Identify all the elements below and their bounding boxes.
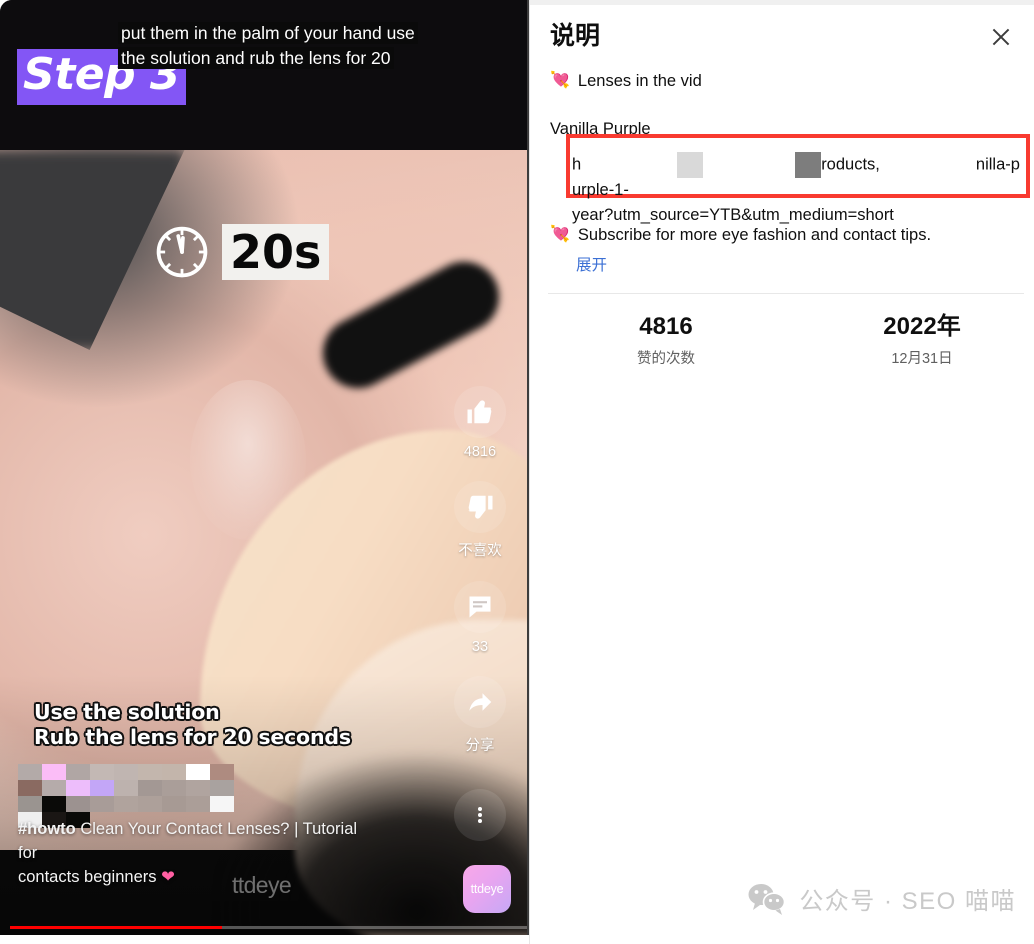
video-title[interactable]: #howto Clean Your Contact Lenses? | Tuto…: [18, 817, 378, 889]
share-icon: [469, 693, 492, 711]
like-button[interactable]: [454, 386, 506, 438]
subtitle-line-1: put them in the palm of your hand use: [118, 22, 418, 44]
more-options-button[interactable]: [454, 789, 506, 841]
url-part-2: roducts,: [821, 155, 880, 174]
timer-overlay: 20s: [152, 222, 330, 282]
video-title-hashtag[interactable]: #howto: [18, 820, 76, 838]
comment-count: 33: [471, 639, 489, 655]
channel-avatar-label: ttdeye: [470, 882, 504, 896]
description-body: 💘 Lenses in the vid Vanilla Purple h rodu…: [530, 54, 1034, 224]
heart-icon: 💘: [550, 226, 570, 243]
description-line-1: 💘 Lenses in the vid: [550, 68, 1022, 94]
redaction-block-dark: [795, 152, 822, 178]
clock-icon: [156, 226, 208, 278]
redacted-channel-name: [18, 764, 234, 828]
channel-avatar[interactable]: ttdeye: [463, 865, 511, 913]
video-page: Step 3 put them in the palm of your hand…: [0, 0, 1034, 944]
comment-icon: [469, 596, 491, 618]
video-player-column: Step 3 put them in the palm of your hand…: [0, 0, 529, 944]
share-button[interactable]: [454, 676, 506, 728]
video-player[interactable]: Step 3 put them in the palm of your hand…: [0, 0, 527, 935]
redaction-block-light: [677, 152, 704, 178]
url-part-4: year?utm_source=YTB&utm_medium=short: [572, 206, 894, 224]
heart-icon: ❤: [161, 868, 175, 886]
description-panel: 说明 💘 Lenses in the vid Vanilla Purple hr…: [529, 0, 1034, 944]
description-line-1-text: Lenses in the vid: [577, 72, 702, 90]
dislike-action[interactable]: 不喜欢: [447, 481, 513, 560]
wechat-watermark: 公众号 · SEO 喵喵: [747, 881, 1016, 916]
overlay-caption-line-1: Use the solution: [34, 700, 220, 724]
close-icon: [992, 28, 1010, 46]
subtitle-line-2: the solution and rub the lens for 20: [118, 47, 394, 69]
share-action[interactable]: 分享: [447, 676, 513, 755]
video-progress-bar[interactable]: [10, 926, 527, 929]
video-meta: #howto Clean Your Contact Lenses? | Tuto…: [18, 764, 437, 889]
kebab-menu-icon: [478, 805, 482, 825]
dislike-button[interactable]: [454, 481, 506, 533]
overlay-caption-line-2: Rub the lens for 20 seconds: [34, 725, 351, 749]
video-action-rail: 4816 不喜欢 33 分享: [447, 386, 513, 776]
video-overlay-caption: Use the solution Rub the lens for 20 sec…: [34, 700, 351, 750]
highlighted-url-region: h roducts, nilla-purple-1- year?utm_source=…: [550, 134, 1030, 224]
like-action[interactable]: 4816: [447, 386, 513, 460]
description-url-text[interactable]: h roducts, nilla-purple-1- year?utm_source=…: [572, 152, 1024, 228]
player-edge-divider: [527, 0, 529, 935]
description-panel-header: 说明: [530, 0, 1034, 54]
video-subtitle-overlay: put them in the palm of your hand use th…: [118, 21, 418, 71]
close-button[interactable]: [984, 20, 1018, 54]
expand-link[interactable]: 展开: [576, 253, 607, 275]
share-label: 分享: [465, 738, 495, 754]
stat-likes-value: 4816: [639, 313, 693, 340]
stat-date-caption: 12月31日: [891, 351, 953, 367]
panel-title: 说明: [550, 22, 601, 50]
stat-date-value: 2022年: [883, 313, 961, 340]
dislike-label: 不喜欢: [458, 543, 502, 559]
comment-action[interactable]: 33: [447, 581, 513, 655]
timer-seconds: 20s: [222, 224, 330, 280]
like-count: 4816: [463, 444, 497, 460]
video-title-line2: contacts beginners: [18, 868, 162, 886]
wechat-icon: [748, 883, 786, 915]
comment-button[interactable]: [454, 581, 506, 633]
video-progress-fill: [10, 926, 222, 929]
stat-likes: 4816 赞的次数: [530, 312, 802, 368]
thumbs-down-icon: [468, 495, 493, 519]
heart-icon: 💘: [550, 72, 570, 89]
url-part-1: h: [572, 155, 582, 174]
panel-top-rule: [530, 0, 1034, 5]
wechat-watermark-text: 公众号 · SEO 喵喵: [799, 888, 1016, 915]
stat-date: 2022年 12月31日: [802, 312, 1034, 368]
stat-likes-caption: 赞的次数: [637, 351, 695, 367]
video-stats: 4816 赞的次数 2022年 12月31日: [530, 294, 1034, 368]
thumbs-up-icon: [467, 400, 492, 424]
